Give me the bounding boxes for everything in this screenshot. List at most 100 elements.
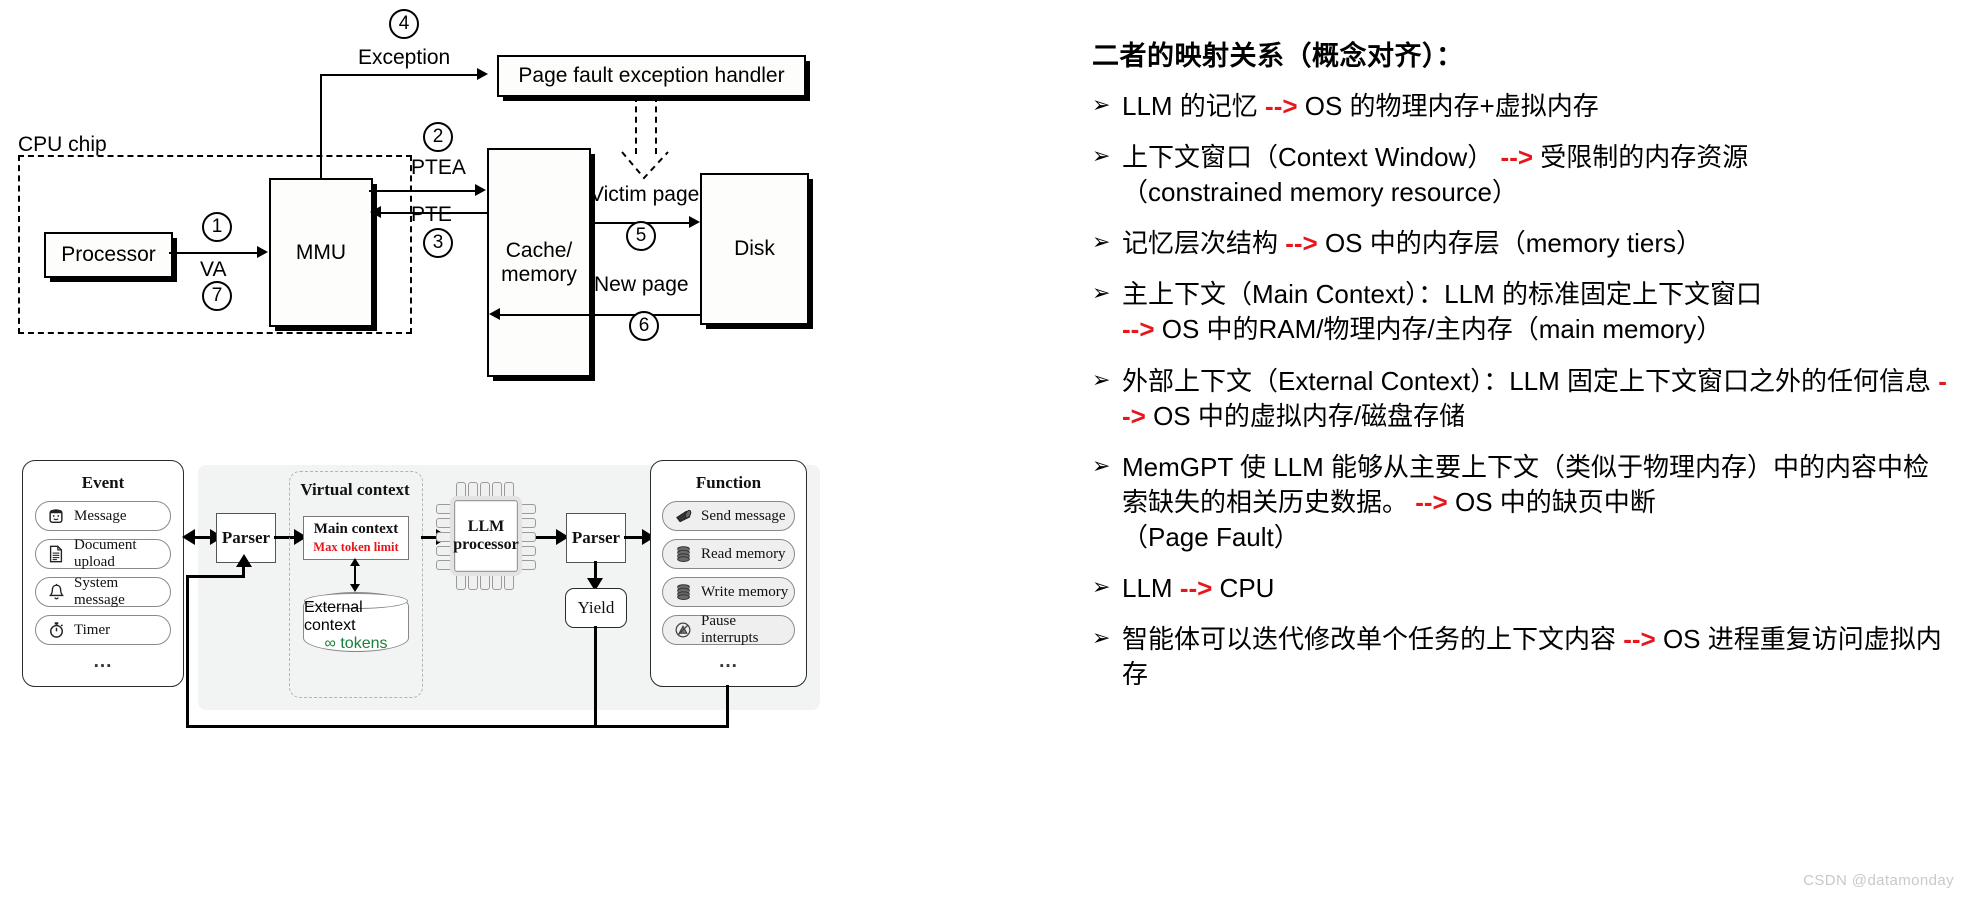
arrow-main-external-up (350, 558, 360, 566)
maps-to-arrow: --> (1408, 486, 1455, 517)
llm-processor-chip: LLM processor (436, 482, 536, 590)
text-pane: 二者的映射关系（概念对齐）： ➢ LLM 的记忆 --> OS 的物理内存+虚拟内… (1080, 0, 1970, 899)
function-item-label: Send message (701, 507, 786, 524)
label-pte: PTE (411, 203, 452, 226)
parser-input-label: Parser (221, 528, 271, 547)
event-item-timer[interactable]: Timer (35, 615, 171, 645)
arrow-pte (370, 206, 381, 218)
label-ptea: PTEA (411, 156, 466, 179)
line-new-page (500, 314, 700, 316)
event-item-label: System message (74, 575, 125, 608)
memgpt-diagram: Event Message Document upload System mes… (0, 440, 1080, 890)
line-llm-to-parser-out (536, 536, 558, 539)
virtual-context-title: Virtual context (300, 480, 410, 499)
stopwatch-icon (45, 619, 67, 641)
event-card-more: ... (93, 651, 113, 672)
slide-root: CPU chip Page fault exception handler Pr… (0, 0, 1970, 899)
function-item-write-memory[interactable]: Write memory (662, 577, 795, 607)
maps-to-arrow: --> (1122, 314, 1155, 345)
event-item-message[interactable]: Message (35, 501, 171, 531)
main-context-subtitle: Max token limit (313, 540, 399, 554)
parser-output-box: Parser (566, 513, 626, 563)
function-card: Function Send message Read memory Write … (650, 460, 807, 687)
bullet-item-8: ➢ 智能体可以迭代修改单个任务的上下文内容 --> OS 进程重复访问虚拟内存 (1088, 622, 1950, 692)
function-item-read-memory[interactable]: Read memory (662, 539, 795, 569)
bullet-item-5: ➢ 外部上下文（External Context）：LLM 固定上下文窗口之外的任… (1088, 364, 1950, 434)
bullet-text: 智能体可以迭代修改单个任务的上下文内容 (1122, 624, 1624, 655)
page-fault-handler-box: Page fault exception handler (497, 55, 806, 97)
arrow-ptea (475, 184, 486, 196)
label-va: VA (200, 258, 227, 281)
main-context-box: Main context Max token limit (303, 516, 409, 560)
function-item-label: Write memory (701, 583, 789, 600)
pause-interrupt-icon (672, 619, 694, 641)
bullet-marker-icon: ➢ (1092, 574, 1111, 600)
llm-processor-label-wrap: LLM processor (450, 496, 522, 576)
bullet-item-4: ➢ 主上下文（Main Context）：LLM 的标准固定上下文窗口 --> O… (1088, 277, 1950, 347)
external-context-title: External context (304, 599, 363, 634)
external-context-subtitle: ∞ tokens (324, 635, 388, 652)
arrow-event-parser-left (182, 529, 195, 545)
external-context-cylinder: External context ∞ tokens (303, 592, 409, 652)
function-item-pause-interrupts[interactable]: Pause interrupts (662, 613, 795, 646)
bullet-marker-icon: ➢ (1092, 625, 1111, 651)
step-circle-5: 5 (626, 221, 656, 251)
function-item-send-message[interactable]: Send message (662, 501, 795, 531)
bell-icon (45, 581, 67, 603)
arrow-victim-page (689, 216, 700, 228)
bullet-marker-icon: ➢ (1092, 92, 1111, 117)
user-face-icon (45, 505, 67, 527)
bullet-text: OS 中的内存层（memory tiers） (1317, 228, 1702, 259)
text-pane-title: 二者的映射关系（概念对齐）： (1092, 41, 1464, 71)
event-item-system-message[interactable]: System message (35, 575, 171, 608)
bullet-marker-icon: ➢ (1092, 280, 1111, 306)
main-context-title: Main context (313, 521, 399, 537)
step-circle-1: 1 (202, 212, 232, 242)
bullet-list: ➢ LLM 的记忆 --> OS 的物理内存+虚拟内存 ➢ 上下文窗口（Context… (1088, 89, 1950, 692)
bullet-text: OS 中的虚拟内存/磁盘存储 (1145, 400, 1466, 431)
bullet-text: LLM 的记忆 (1122, 91, 1266, 121)
event-item-label: Timer (74, 621, 111, 638)
arrow-feedback-into-parser (236, 554, 252, 567)
step-circle-7: 7 (202, 281, 232, 311)
left-diagram-pane: CPU chip Page fault exception handler Pr… (0, 0, 1080, 899)
document-icon (45, 543, 67, 565)
line-handler-dash-left (635, 96, 637, 154)
cache-memory-box: Cache/ memory (487, 148, 591, 377)
event-item-document-upload[interactable]: Document upload (35, 537, 171, 570)
step-circle-2: 2 (423, 122, 453, 152)
maps-to-arrow: --> (1623, 624, 1656, 655)
bullet-item-3: ➢ 记忆层次结构 --> OS 中的内存层（memory tiers） (1088, 226, 1950, 261)
database-icon (672, 543, 694, 565)
yield-label: Yield (577, 598, 615, 617)
bullet-text: 上下文窗口（Context Window） (1122, 142, 1494, 173)
line-function-feedback-down (726, 685, 729, 728)
bullet-text: OS 的物理内存+虚拟内存 (1297, 91, 1599, 121)
watermark: CSDN @datamonday (1803, 872, 1954, 889)
arrow-new-page (489, 308, 500, 320)
function-item-label: Pause interrupts (701, 613, 759, 646)
bullet-marker-icon: ➢ (1092, 366, 1111, 392)
line-handler-dash-right (655, 96, 657, 154)
processor-box: Processor (44, 232, 173, 278)
arrow-processor-to-mmu (257, 246, 268, 258)
maps-to-arrow: --> (1493, 142, 1541, 173)
handler-dashed-arrowhead (621, 151, 669, 180)
mmu-box: MMU (269, 178, 373, 327)
bullet-marker-icon: ➢ (1092, 143, 1111, 169)
page-fault-handler-label: Page fault exception handler (518, 64, 785, 88)
disk-label: Disk (734, 237, 775, 261)
bullet-item-6: ➢ MemGPT 使 LLM 能够从主要上下文（类似于物理内存）中的内容中检索缺失… (1088, 450, 1950, 555)
bullet-marker-icon: ➢ (1092, 452, 1111, 478)
disk-box: Disk (700, 173, 809, 325)
line-ptea (369, 190, 475, 192)
event-item-label: Document upload (74, 537, 137, 570)
maps-to-arrow: --> (1285, 228, 1318, 259)
bullet-text: CPU (1212, 573, 1275, 604)
label-new-page: New page (594, 273, 689, 296)
label-victim-page: Victim page (590, 183, 700, 206)
step-circle-3: 3 (423, 228, 453, 258)
bullet-text: 记忆层次结构 (1122, 228, 1286, 259)
line-main-external (354, 564, 356, 584)
llm-processor-label: LLM processor (453, 517, 519, 553)
